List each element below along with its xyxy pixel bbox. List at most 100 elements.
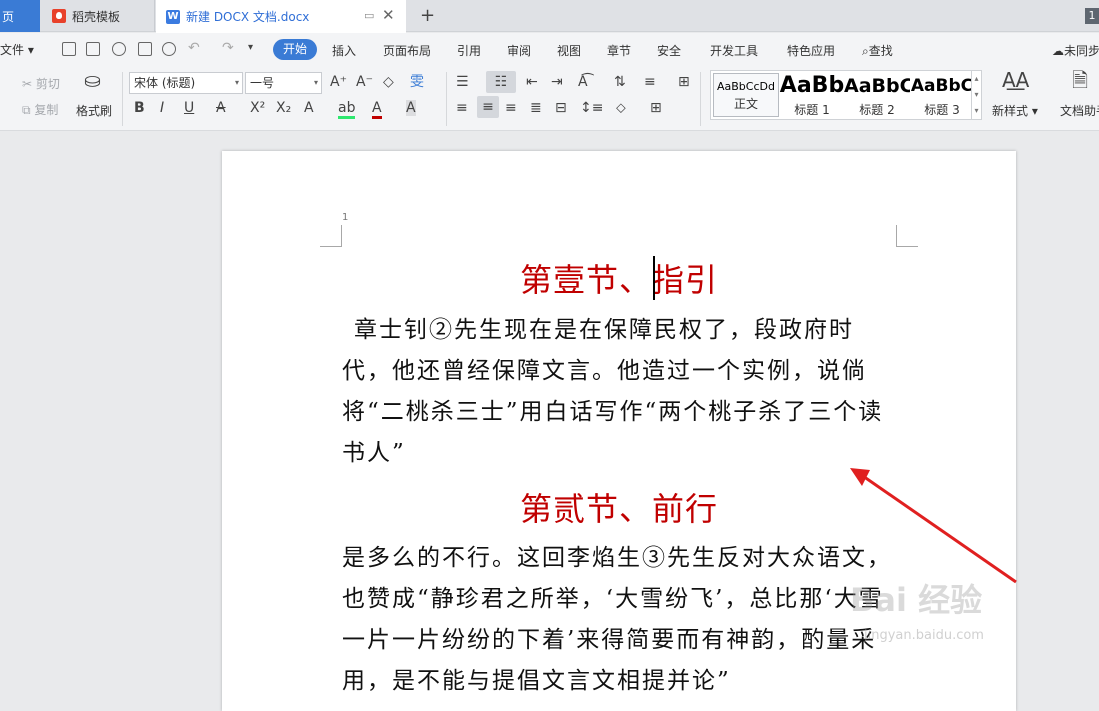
copy-icon: ⧉ bbox=[22, 103, 35, 117]
clear-format-icon[interactable]: ◇ bbox=[383, 74, 394, 90]
chevron-down-icon: ▾ bbox=[313, 78, 318, 87]
menu-security[interactable]: 安全 bbox=[657, 42, 681, 59]
ribbon-divider bbox=[446, 72, 447, 126]
align-center-icon[interactable]: ≡ bbox=[477, 96, 499, 118]
margin-marker-left bbox=[320, 225, 342, 247]
cut-button[interactable]: ✂ 剪切 bbox=[22, 75, 60, 92]
word-doc-icon: W bbox=[166, 9, 180, 24]
sync-status[interactable]: ☁未同步 bbox=[1052, 42, 1099, 59]
font-name-select[interactable]: 宋体 (标题) ▾ bbox=[129, 72, 243, 94]
underline-icon[interactable]: U bbox=[184, 100, 194, 116]
heading-1[interactable]: 第壹节、指引 bbox=[342, 255, 896, 301]
doc-helper-icon[interactable]: 🗎 bbox=[1072, 70, 1088, 90]
menu-special[interactable]: 特色应用 bbox=[787, 42, 835, 59]
tab-bar: 页 稻壳模板 W 新建 DOCX 文档.docx ▭ ✕ + 1 bbox=[0, 0, 1099, 33]
search-icon: ⌕ bbox=[862, 44, 869, 58]
font-size-select[interactable]: 一号 ▾ bbox=[245, 72, 322, 94]
line-spacing-icon[interactable]: ≡ bbox=[644, 74, 656, 90]
menu-home[interactable]: 开始 bbox=[273, 39, 317, 60]
tab-home-label: 页 bbox=[2, 9, 15, 24]
scissors-icon: ✂ bbox=[22, 77, 36, 91]
tab-document-label: 新建 DOCX 文档.docx bbox=[186, 10, 310, 24]
phonetic-guide-icon[interactable]: 雯 bbox=[410, 74, 424, 90]
menu-file[interactable]: 文件 ▾ bbox=[0, 41, 34, 58]
show-hide-marks-icon[interactable]: ⊞ bbox=[678, 74, 690, 90]
menu-chapter[interactable]: 章节 bbox=[607, 42, 631, 59]
style-heading-2[interactable]: AaBbC 标题 2 bbox=[844, 73, 910, 117]
align-left-icon[interactable]: ≡ bbox=[456, 100, 468, 116]
close-tab-icon[interactable]: ✕ bbox=[382, 6, 395, 24]
text-effects-icon[interactable]: A bbox=[304, 100, 314, 116]
text-direction-icon[interactable]: A͡ bbox=[578, 74, 588, 90]
bullet-list-icon[interactable]: ☰ bbox=[456, 74, 469, 90]
justify-icon[interactable]: ≣ bbox=[530, 100, 542, 116]
superscript-icon[interactable]: X² bbox=[250, 100, 265, 116]
print-icon[interactable] bbox=[138, 42, 152, 56]
italic-icon[interactable]: I bbox=[160, 100, 164, 116]
paragraph-2[interactable]: 是多么的不行。这回李焰生③先生反对大众语文，也赞成“静珍君之所举，‘大雪纷飞’，… bbox=[342, 538, 898, 702]
paragraph-1[interactable]: 章士钊②先生现在是在保障民权了，段政府时代，他还曾经保障文言。他造过一个实例，说… bbox=[342, 310, 898, 474]
sort-icon[interactable]: ⇅ bbox=[614, 74, 626, 90]
format-painter-label[interactable]: 格式刷 bbox=[76, 102, 112, 119]
paragraph-spacing-icon[interactable]: ↕≡ bbox=[580, 100, 603, 116]
baidu-watermark: Bai 经验 bbox=[850, 581, 983, 619]
highlight-icon[interactable]: ab bbox=[338, 100, 356, 119]
menu-find[interactable]: ⌕查找 bbox=[862, 42, 893, 59]
numbered-list-icon[interactable]: ☷ bbox=[486, 71, 516, 93]
menu-references[interactable]: 引用 bbox=[457, 42, 481, 59]
borders-icon[interactable]: ⊞ bbox=[650, 100, 662, 116]
menu-insert[interactable]: 插入 bbox=[332, 42, 356, 59]
shrink-font-icon[interactable]: A⁻ bbox=[356, 74, 373, 90]
increase-indent-icon[interactable]: ⇥ bbox=[551, 74, 563, 90]
print-preview-icon[interactable] bbox=[162, 42, 176, 56]
quick-access-more-icon[interactable]: ▾ bbox=[248, 40, 253, 56]
menu-view[interactable]: 视图 bbox=[557, 42, 581, 59]
style-heading-1[interactable]: AaBb 标题 1 bbox=[779, 73, 845, 117]
new-style-button[interactable]: 新样式 ▾ bbox=[992, 102, 1038, 119]
subscript-icon[interactable]: X₂ bbox=[276, 100, 291, 116]
font-color-icon[interactable]: A bbox=[372, 100, 382, 119]
style-gallery-scroll[interactable]: ▴ ▾ ▾ bbox=[971, 71, 981, 119]
menu-page-layout[interactable]: 页面布局 bbox=[383, 42, 431, 59]
docer-logo-icon bbox=[52, 9, 66, 23]
pin-window-icon[interactable]: ▭ bbox=[364, 9, 374, 22]
align-right-icon[interactable]: ≡ bbox=[505, 100, 517, 116]
menu-review[interactable]: 审阅 bbox=[507, 42, 531, 59]
export-icon[interactable] bbox=[112, 42, 126, 56]
new-style-icon[interactable]: A͟A bbox=[1002, 70, 1029, 90]
menu-developer[interactable]: 开发工具 bbox=[710, 42, 758, 59]
ribbon-divider bbox=[122, 72, 123, 126]
text-cursor bbox=[653, 256, 655, 300]
cloud-icon: ☁ bbox=[1052, 44, 1064, 58]
tab-document[interactable]: W 新建 DOCX 文档.docx ▭ ✕ bbox=[156, 0, 406, 33]
shading-icon[interactable]: ⬦ bbox=[616, 100, 626, 116]
chevron-down-icon: ▾ bbox=[234, 78, 239, 87]
redo-icon[interactable]: ↷ bbox=[222, 40, 234, 56]
copy-button[interactable]: ⧉ 复制 bbox=[22, 101, 58, 118]
save-icon[interactable] bbox=[86, 42, 100, 56]
doc-helper-button[interactable]: 文档助手 bbox=[1060, 102, 1099, 119]
format-painter-icon[interactable]: ⛀ bbox=[84, 70, 101, 90]
decrease-indent-icon[interactable]: ⇤ bbox=[526, 74, 538, 90]
page-number: 1 bbox=[342, 212, 349, 223]
distributed-icon[interactable]: ⊟ bbox=[555, 100, 567, 116]
bold-icon[interactable]: B bbox=[134, 100, 145, 116]
open-folder-icon[interactable] bbox=[62, 42, 76, 56]
new-tab-button[interactable]: + bbox=[420, 5, 435, 26]
tab-docer-templates[interactable]: 稻壳模板 bbox=[40, 0, 155, 32]
style-normal[interactable]: AaBbCcDd 正文 bbox=[713, 73, 779, 117]
tab-docer-label: 稻壳模板 bbox=[72, 9, 121, 24]
char-shading-icon[interactable]: A bbox=[406, 100, 416, 116]
annotation-arrow bbox=[850, 468, 1017, 584]
tab-home[interactable]: 页 bbox=[0, 0, 40, 32]
grow-font-icon[interactable]: A⁺ bbox=[330, 74, 347, 90]
ribbon-divider bbox=[700, 72, 701, 126]
window-count-badge: 1 bbox=[1085, 8, 1099, 24]
baidu-watermark-url: jingyan.baidu.com bbox=[864, 628, 984, 643]
margin-marker-right bbox=[896, 225, 918, 247]
strikethrough-icon[interactable]: A bbox=[216, 100, 226, 116]
style-heading-3[interactable]: AaBbC 标题 3 bbox=[909, 73, 975, 117]
undo-icon[interactable]: ↶ bbox=[188, 40, 200, 56]
heading-2[interactable]: 第贰节、前行 bbox=[342, 484, 896, 530]
style-gallery: AaBbCcDd 正文 AaBb 标题 1 AaBbC 标题 2 AaBbC 标… bbox=[710, 70, 982, 120]
